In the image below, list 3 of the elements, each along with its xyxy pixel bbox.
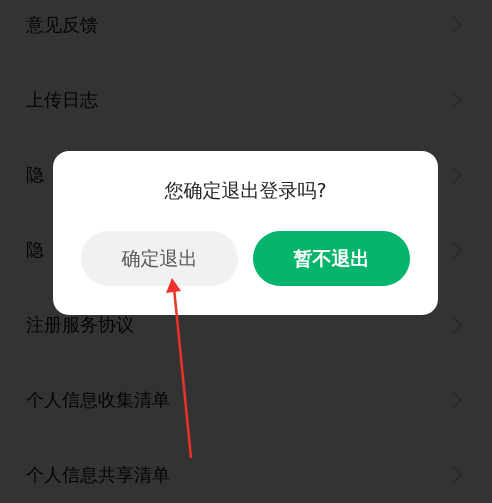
dialog-title: 您确定退出登录吗? [164,179,327,204]
cancel-button[interactable]: 暂不退出 [253,231,410,286]
confirm-button[interactable]: 确定退出 [81,231,238,286]
